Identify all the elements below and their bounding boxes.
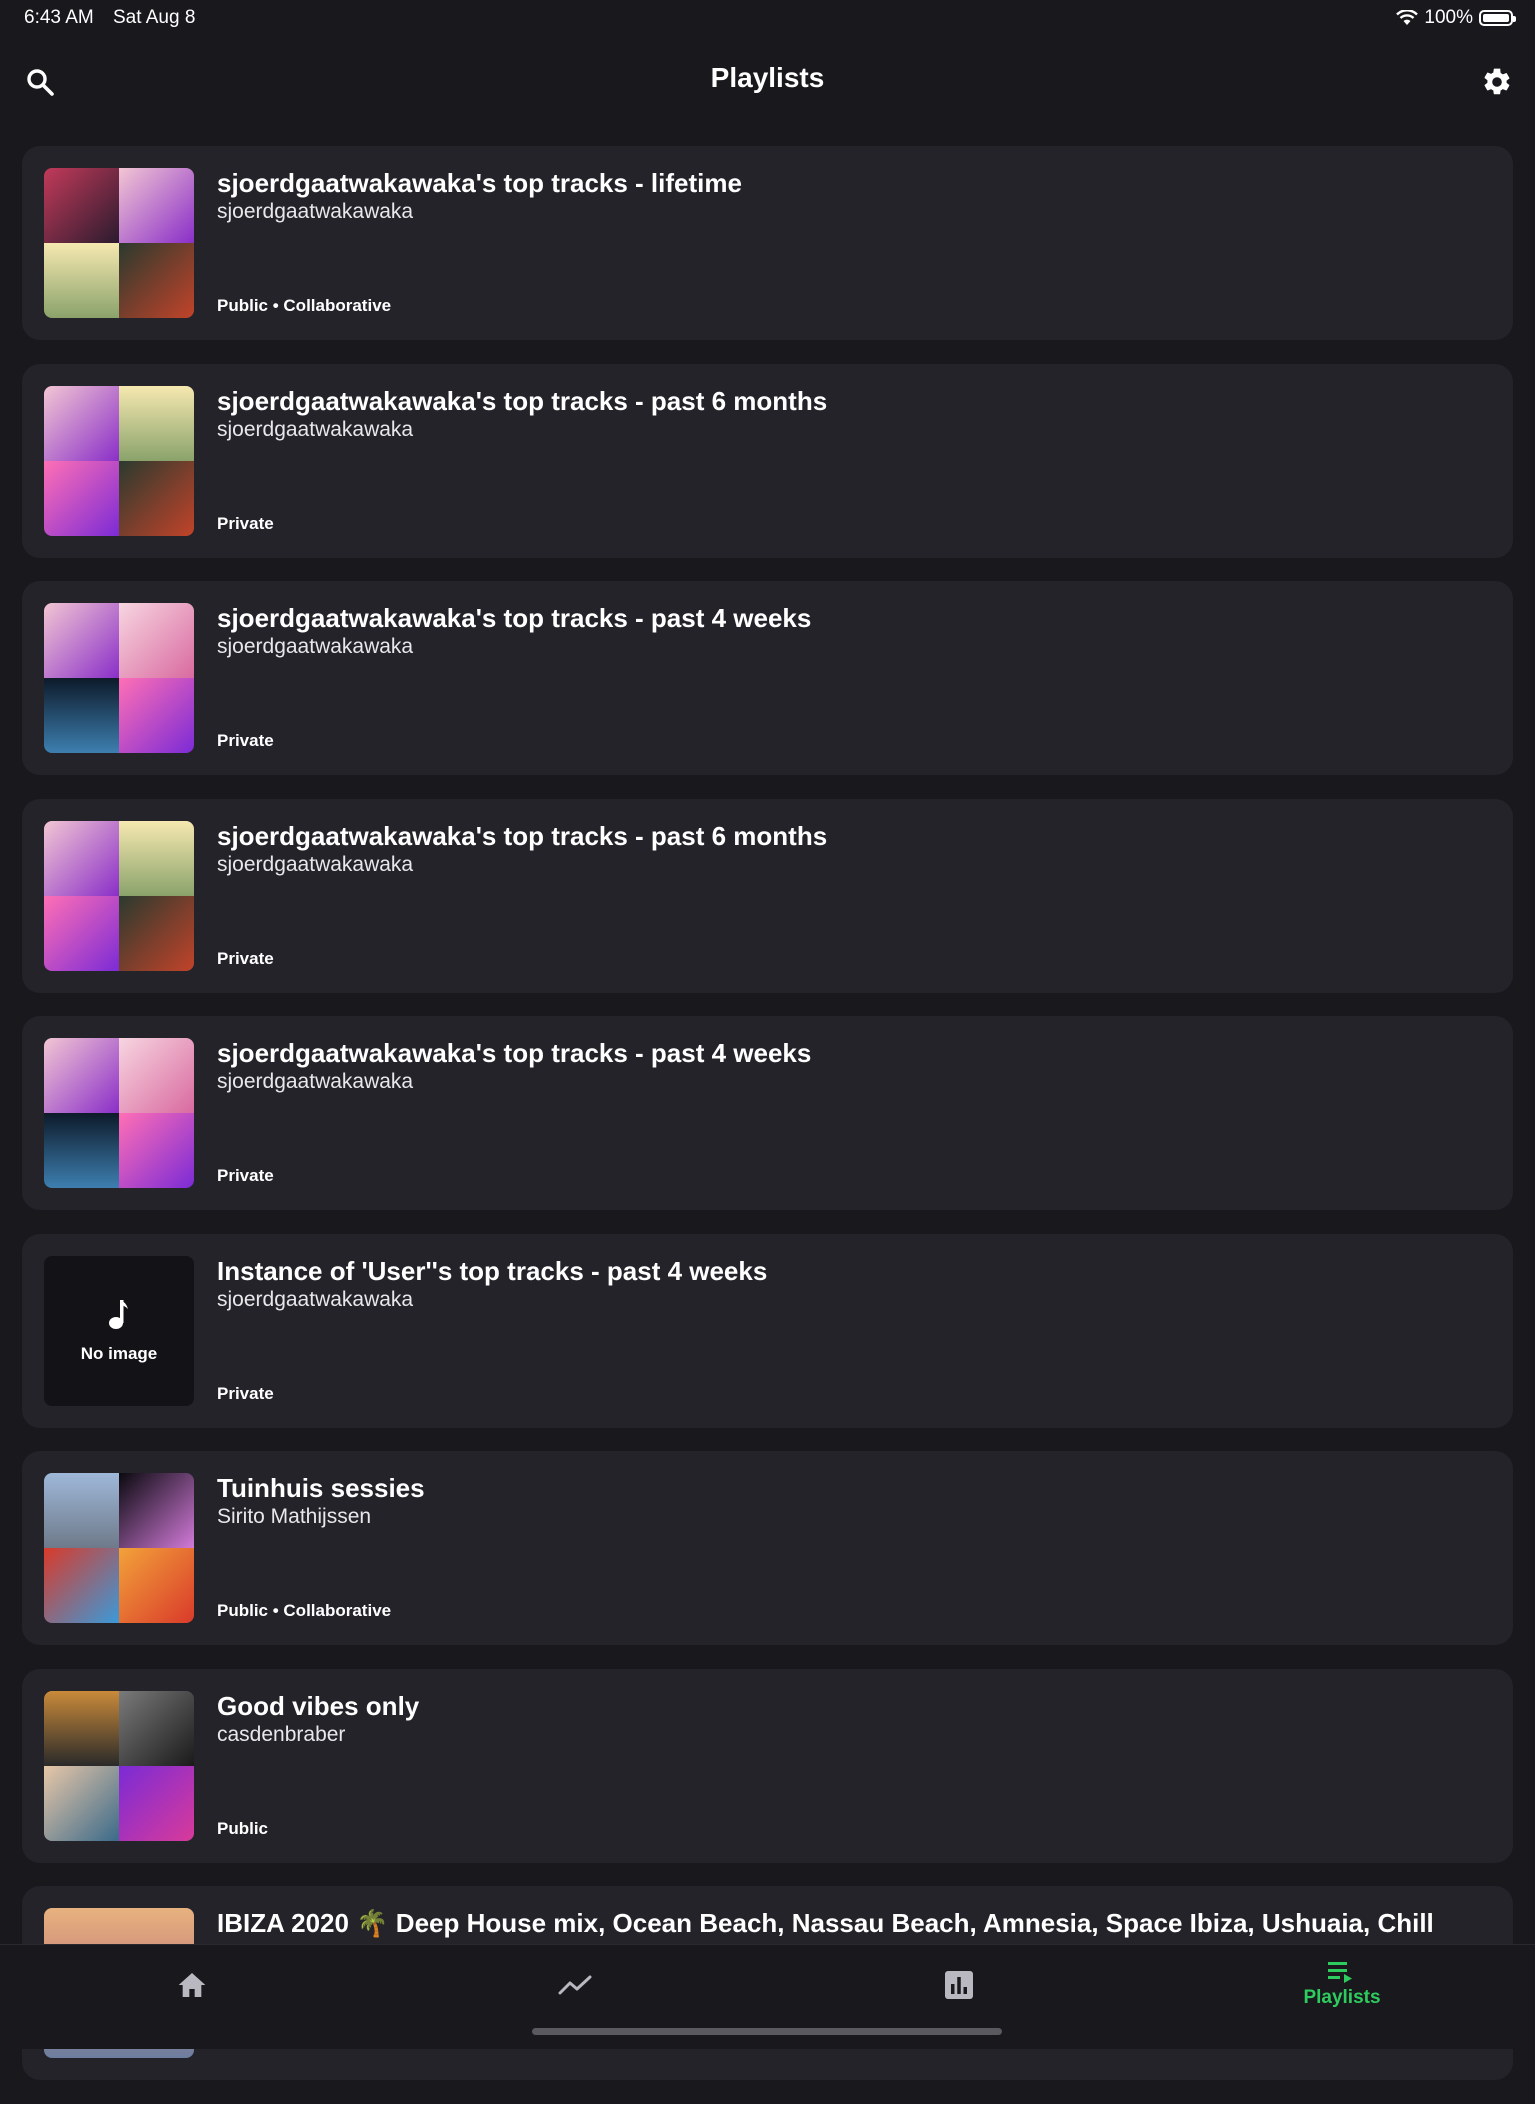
playlist-title: Tuinhuis sessies	[217, 1473, 425, 1503]
playlist-card[interactable]: sjoerdgaatwakawaka's top tracks - past 4…	[22, 581, 1513, 775]
playlist-owner: sjoerdgaatwakawaka	[217, 635, 414, 658]
playlist-owner: sjoerdgaatwakawaka	[217, 200, 414, 223]
playlist-card[interactable]: No image Instance of 'User''s top tracks…	[22, 1233, 1513, 1428]
playlist-artwork	[44, 603, 194, 753]
playlist-title: sjoerdgaatwakawaka's top tracks - past 6…	[217, 385, 828, 416]
battery-percent: 100%	[1424, 7, 1473, 28]
playlist-owner: casdenbraber	[217, 1722, 346, 1746]
playlist-owner: sjoerdgaatwakawaka	[217, 1070, 414, 1093]
playlist-card[interactable]: sjoerdgaatwakawaka's top tracks - lifeti…	[22, 146, 1513, 340]
status-time: 6:43 AM	[24, 7, 94, 28]
playlist-list: sjoerdgaatwakawaka's top tracks - lifeti…	[22, 146, 1513, 2104]
playlist-title: sjoerdgaatwakawaka's top tracks - past 4…	[217, 1038, 812, 1068]
status-date: Sat Aug 8	[113, 7, 196, 28]
playlist-title: IBIZA 2020 🌴 Deep House mix, Ocean Beach…	[217, 1908, 1434, 1938]
playlist-title: sjoerdgaatwakawaka's top tracks - lifeti…	[217, 168, 742, 198]
playlist-artwork	[44, 385, 194, 536]
home-indicator	[532, 2028, 1002, 2035]
status-bar: 6:43 AM Sat Aug 8 100%	[0, 0, 1535, 36]
settings-button[interactable]	[1477, 62, 1517, 102]
tab-trends[interactable]	[515, 1945, 635, 2025]
playlist-card[interactable]: Good vibes only casdenbraber Public	[22, 1668, 1513, 1863]
playlist-owner: sjoerdgaatwakawaka	[217, 417, 414, 441]
playlist-owner: sjoerdgaatwakawaka	[217, 1287, 414, 1311]
playlist-icon	[1328, 1962, 1352, 1983]
playlist-owner: sjoerdgaatwakawaka	[217, 852, 414, 876]
home-icon	[178, 1973, 206, 1997]
tab-home[interactable]	[132, 1945, 252, 2025]
playlist-visibility: Private	[217, 1383, 274, 1403]
playlist-artwork	[44, 1038, 194, 1188]
nav-bar: Playlists	[0, 44, 1535, 114]
playlist-visibility: Public • Collaborative	[217, 1601, 392, 1620]
playlist-card[interactable]: sjoerdgaatwakawaka's top tracks - past 6…	[22, 363, 1513, 558]
playlist-visibility: Private	[217, 1166, 274, 1185]
playlist-title: Good vibes only	[217, 1690, 420, 1721]
no-image-label: No image	[80, 1343, 158, 1363]
playlist-artwork	[44, 1690, 194, 1841]
playlist-card[interactable]: Tuinhuis sessies Sirito Mathijssen Publi…	[22, 1451, 1513, 1645]
tab-stats[interactable]	[899, 1945, 1019, 2025]
playlist-visibility: Private	[217, 731, 274, 750]
playlist-card[interactable]: sjoerdgaatwakawaka's top tracks - past 4…	[22, 1016, 1513, 1210]
tab-playlists-label: Playlists	[1303, 1987, 1381, 2008]
page-title: Playlists	[710, 62, 825, 93]
playlist-title: sjoerdgaatwakawaka's top tracks - past 6…	[217, 820, 828, 851]
tab-playlists[interactable]: Playlists	[1282, 1945, 1402, 2025]
no-image-placeholder: No image	[44, 1255, 194, 1406]
playlist-title: sjoerdgaatwakawaka's top tracks - past 4…	[217, 603, 812, 633]
playlist-visibility: Public • Collaborative	[217, 296, 392, 315]
bar-chart-icon	[945, 1971, 973, 1999]
playlist-visibility: Private	[217, 513, 274, 533]
playlist-owner: Sirito Mathijssen	[217, 1505, 372, 1528]
playlist-card[interactable]: sjoerdgaatwakawaka's top tracks - past 6…	[22, 798, 1513, 993]
wifi-icon	[1396, 10, 1419, 25]
playlist-artwork	[44, 820, 194, 971]
gear-icon	[1484, 68, 1510, 95]
trending-icon	[558, 1975, 592, 1995]
playlist-visibility: Private	[217, 948, 274, 968]
playlist-artwork	[44, 1473, 194, 1623]
playlist-visibility: Public	[217, 1818, 269, 1838]
battery-icon	[1479, 10, 1516, 26]
playlist-artwork	[44, 168, 194, 318]
music-note-icon	[109, 1299, 128, 1329]
playlist-title: Instance of 'User''s top tracks - past 4…	[217, 1255, 768, 1286]
